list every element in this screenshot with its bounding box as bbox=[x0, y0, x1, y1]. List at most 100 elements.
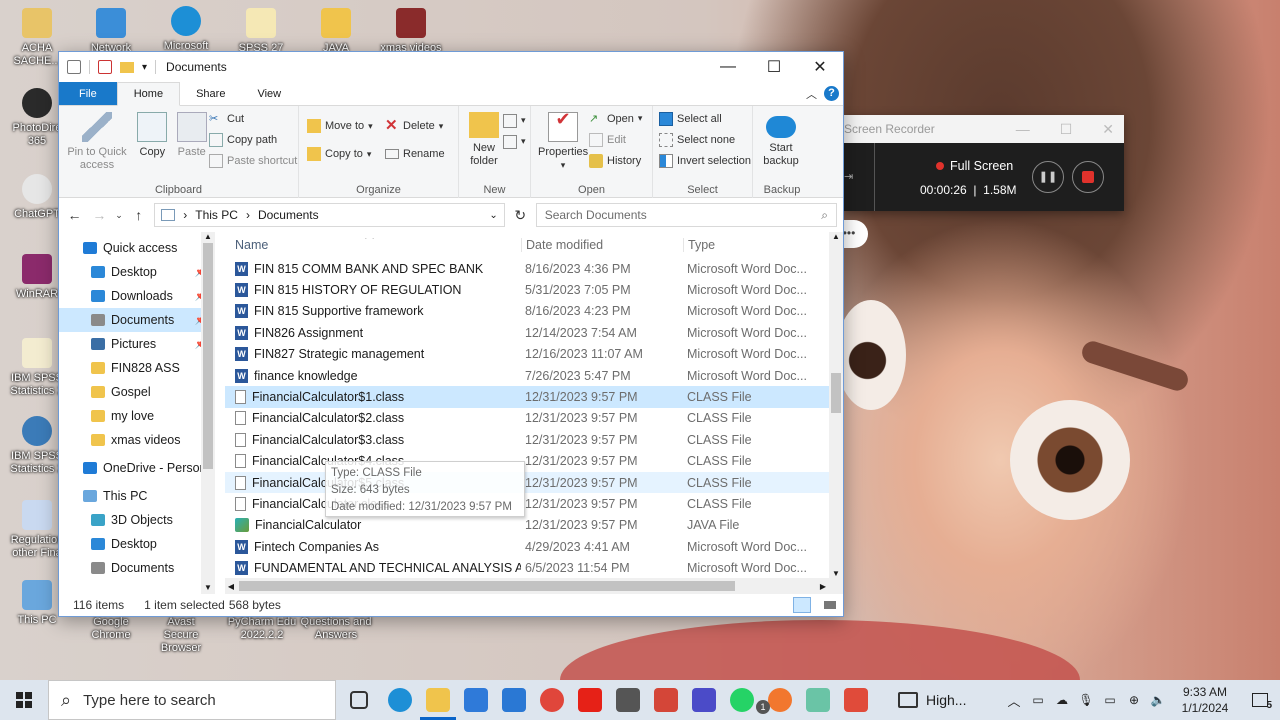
globe-icon[interactable]: ⊕ bbox=[1122, 693, 1146, 707]
forward-arrow-icon[interactable]: → bbox=[90, 207, 109, 223]
file-row[interactable]: W FIN 815 HISTORY OF REGULATION 5/31/2023 … bbox=[225, 279, 829, 300]
tab-home[interactable]: Home bbox=[116, 82, 181, 106]
nav-item[interactable]: Desktop📌 bbox=[59, 260, 215, 284]
back-arrow-icon[interactable]: ← bbox=[65, 207, 84, 223]
desktop-icon[interactable]: Questions and Answers bbox=[300, 616, 372, 642]
horizontal-scrollbar[interactable]: ◀ ▶ bbox=[225, 578, 829, 594]
column-type[interactable]: Type bbox=[683, 238, 823, 252]
new-folder-icon[interactable] bbox=[120, 61, 134, 73]
select-all-button[interactable]: Select all bbox=[659, 108, 751, 129]
close-button[interactable]: ✕ bbox=[797, 52, 843, 82]
file-row[interactable]: W FIN 815 Supportive framework 8/16/2023 4… bbox=[225, 301, 829, 322]
file-row[interactable]: W FIN827 Strategic management 12/16/2023 1… bbox=[225, 344, 829, 365]
file-scrollbar[interactable]: ▲ ▼ bbox=[829, 232, 843, 594]
desktop-icon[interactable]: xmas videos bbox=[380, 8, 442, 55]
nav-item[interactable]: Desktop bbox=[59, 532, 215, 556]
customize-quick-access-icon[interactable]: ▾ bbox=[142, 62, 147, 73]
history-button[interactable]: History bbox=[589, 150, 642, 171]
taskbar-search-input[interactable]: ⌕ Type here to search bbox=[48, 680, 336, 720]
move-to-button[interactable]: Move to ▾ bbox=[307, 112, 373, 140]
minimize-button[interactable]: — bbox=[705, 52, 751, 82]
delete-button[interactable]: ✕ Delete ▾ bbox=[385, 112, 445, 140]
file-row[interactable]: W Fintech Companies As 4/29/2023 4:41 AM Mi… bbox=[225, 536, 829, 557]
app-green-icon[interactable] bbox=[806, 688, 830, 712]
properties-icon[interactable] bbox=[98, 60, 112, 74]
address-bar[interactable]: › This PC › Documents ⌄ bbox=[154, 203, 505, 227]
file-explorer-icon[interactable] bbox=[426, 688, 450, 712]
nav-item[interactable]: This PC bbox=[59, 484, 215, 508]
clock[interactable]: 9:33 AM 1/1/2024 bbox=[1170, 684, 1240, 716]
tab-file[interactable]: File bbox=[59, 82, 117, 105]
search-input[interactable]: Search Documents ⌕ bbox=[535, 203, 837, 227]
whatsapp-icon[interactable] bbox=[730, 688, 754, 712]
nav-item[interactable]: Documents bbox=[59, 556, 215, 580]
file-row[interactable]: W FUNDAMENTAL AND TECHNICAL ANALYSIS AN..… bbox=[225, 557, 829, 578]
file-row[interactable]: Wfinance knowledge 7/26/2023 5:47 PM Micro… bbox=[225, 365, 829, 386]
file-row[interactable]: FinancialCalculator$2.class 12/31/2023 9:… bbox=[225, 408, 829, 429]
open-button[interactable]: ↗ Open ▾ bbox=[589, 108, 642, 129]
tab-share[interactable]: Share bbox=[180, 82, 241, 105]
copy-to-button[interactable]: Copy to ▾ bbox=[307, 140, 373, 168]
breadcrumb-this-pc[interactable]: This PC bbox=[195, 208, 238, 222]
nav-item[interactable]: 3D Objects bbox=[59, 508, 215, 532]
nav-item[interactable]: xmas videos bbox=[59, 428, 215, 452]
weather-widget[interactable]: High... bbox=[898, 680, 966, 720]
nav-item[interactable]: Pictures📌 bbox=[59, 332, 215, 356]
desktop-icon[interactable]: Avast Secure Browser bbox=[150, 616, 212, 655]
column-date[interactable]: Date modified bbox=[521, 238, 683, 252]
paste-shortcut-button[interactable]: Paste shortcut bbox=[209, 150, 297, 171]
up-arrow-icon[interactable]: ↑ bbox=[129, 207, 148, 223]
rename-button[interactable]: Rename bbox=[385, 140, 445, 168]
file-row[interactable]: W FIN826 Assignment 12/14/2023 7:54 AM Micr… bbox=[225, 322, 829, 343]
nav-item[interactable]: Downloads📌 bbox=[59, 284, 215, 308]
tab-view[interactable]: View bbox=[241, 82, 297, 105]
edit-button[interactable]: Edit bbox=[589, 129, 642, 150]
invert-selection-button[interactable]: Invert selection bbox=[659, 150, 751, 171]
task-view-icon[interactable] bbox=[350, 691, 368, 709]
chrome-icon[interactable] bbox=[540, 688, 564, 712]
meet-now-icon[interactable]: ▭ bbox=[1026, 693, 1050, 707]
pin-to-quick-access-button[interactable]: Pin to Quick access bbox=[66, 110, 128, 172]
cloud-off-icon[interactable]: ☁ bbox=[1050, 693, 1074, 707]
maximize-icon[interactable]: ☐ bbox=[1060, 121, 1073, 138]
breadcrumb-documents[interactable]: Documents bbox=[258, 208, 319, 222]
nav-item[interactable]: my love bbox=[59, 404, 215, 428]
file-row[interactable]: FinancialCalculator$5.class12/31/2023 9:… bbox=[225, 471, 829, 494]
properties-button[interactable]: ✔ Properties ▾ bbox=[538, 110, 588, 172]
copy-path-button[interactable]: Copy path bbox=[209, 129, 297, 150]
start-backup-button[interactable]: Start backup bbox=[761, 110, 801, 168]
file-row[interactable]: FinancialCalculator$3.class 12/31/2023 9:… bbox=[225, 429, 829, 450]
speaker-icon[interactable]: 🔈 bbox=[1146, 693, 1170, 707]
file-row[interactable]: FinancialCalculator 12/31/2023 9:57 PM JAV… bbox=[225, 515, 829, 536]
brave-icon[interactable] bbox=[768, 688, 792, 712]
select-none-button[interactable]: Select none bbox=[659, 129, 751, 150]
easy-access-button[interactable]: ▾ bbox=[503, 131, 526, 152]
desktop-icon[interactable]: Google Chrome bbox=[80, 616, 142, 642]
camera-icon[interactable] bbox=[616, 688, 640, 712]
cut-button[interactable]: ✂ Cut bbox=[209, 108, 297, 129]
notes-icon[interactable] bbox=[692, 688, 716, 712]
file-row[interactable]: W FIN 815 COMM BANK AND SPEC BANK 8/16/202… bbox=[225, 258, 829, 279]
chevron-down-icon[interactable]: ⌄ bbox=[489, 210, 497, 221]
desktop-icon[interactable]: Network bbox=[80, 8, 142, 55]
file-row[interactable]: FinancialCalculator$1.class 12/31/2023 9:… bbox=[225, 386, 829, 408]
file-row[interactable]: FinancialCalculator.class 12/31/2023 9:57… bbox=[225, 493, 829, 514]
maximize-button[interactable]: ☐ bbox=[751, 52, 797, 82]
mail-icon[interactable] bbox=[502, 688, 526, 712]
file-row[interactable]: FinancialCalculator$4.class12/31/2023 9:… bbox=[225, 451, 829, 472]
desktop-icon[interactable]: Microsoft bbox=[155, 6, 217, 53]
youtube-icon[interactable] bbox=[578, 688, 602, 712]
nav-item[interactable]: Documents📌 bbox=[59, 308, 215, 332]
minimize-icon[interactable]: — bbox=[1016, 121, 1030, 138]
gmail-icon[interactable] bbox=[654, 688, 678, 712]
paste-button[interactable]: Paste bbox=[176, 110, 207, 159]
nav-item[interactable]: OneDrive - Person bbox=[59, 456, 215, 480]
nav-scrollbar[interactable]: ▲ ▼ bbox=[201, 232, 215, 594]
refresh-icon[interactable]: ↻ bbox=[511, 207, 530, 224]
nav-item[interactable]: FIN828 ASS bbox=[59, 356, 215, 380]
nav-item[interactable]: Quick access bbox=[59, 236, 215, 260]
chevron-up-icon[interactable]: ︿ bbox=[806, 86, 817, 102]
new-folder-button[interactable]: New folder bbox=[467, 110, 501, 168]
recent-locations-icon[interactable]: ⌄ bbox=[115, 210, 124, 221]
notifications-button[interactable]: 5 bbox=[1240, 680, 1280, 720]
